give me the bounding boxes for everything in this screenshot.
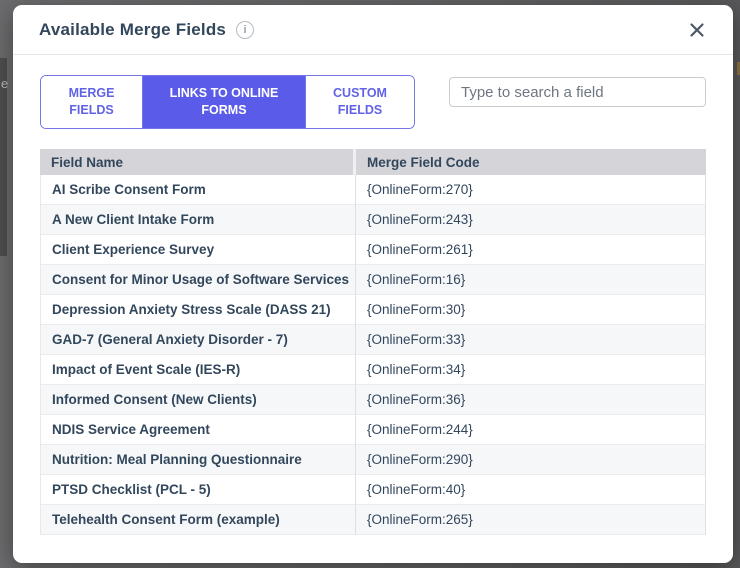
tab-links-to-online-forms[interactable]: LINKS TO ONLINE FORMS [142, 76, 305, 128]
column-header-merge-field-code: Merge Field Code [356, 149, 706, 175]
field-name-cell: Depression Anxiety Stress Scale (DASS 21… [40, 295, 356, 325]
field-name-cell: GAD-7 (General Anxiety Disorder - 7) [40, 325, 356, 355]
table-row[interactable]: Informed Consent (New Clients) {OnlineFo… [40, 385, 706, 415]
table-row[interactable]: PTSD Checklist (PCL - 5) {OnlineForm:40} [40, 475, 706, 505]
background-page-text-fragment: e [1, 76, 8, 91]
table-row[interactable]: Impact of Event Scale (IES-R) {OnlineFor… [40, 355, 706, 385]
merge-code-cell: {OnlineForm:261} [356, 235, 706, 265]
table-row[interactable]: Client Experience Survey {OnlineForm:261… [40, 235, 706, 265]
field-name-cell: PTSD Checklist (PCL - 5) [40, 475, 356, 505]
tab-merge-fields[interactable]: MERGE FIELDS [41, 76, 142, 128]
field-name-cell: Informed Consent (New Clients) [40, 385, 356, 415]
table-body: AI Scribe Consent Form {OnlineForm:270} … [40, 175, 706, 535]
merge-code-cell: {OnlineForm:243} [356, 205, 706, 235]
merge-code-cell: {OnlineForm:33} [356, 325, 706, 355]
field-name-cell: Telehealth Consent Form (example) [40, 505, 356, 535]
merge-code-cell: {OnlineForm:36} [356, 385, 706, 415]
merge-code-cell: {OnlineForm:265} [356, 505, 706, 535]
search-input[interactable] [449, 77, 706, 107]
column-header-field-name: Field Name [40, 149, 356, 175]
info-icon[interactable]: i [236, 21, 254, 39]
table-row[interactable]: NDIS Service Agreement {OnlineForm:244} [40, 415, 706, 445]
field-name-cell: Client Experience Survey [40, 235, 356, 265]
field-name-cell: Impact of Event Scale (IES-R) [40, 355, 356, 385]
merge-code-cell: {OnlineForm:270} [356, 175, 706, 205]
merge-fields-table: Field Name Merge Field Code AI Scribe Co… [40, 149, 706, 535]
available-merge-fields-dialog: Available Merge Fields i MERGE FIELDS LI… [13, 5, 733, 563]
table-row[interactable]: Depression Anxiety Stress Scale (DASS 21… [40, 295, 706, 325]
dialog-title: Available Merge Fields [39, 20, 226, 40]
table-row[interactable]: GAD-7 (General Anxiety Disorder - 7) {On… [40, 325, 706, 355]
table-row[interactable]: A New Client Intake Form {OnlineForm:243… [40, 205, 706, 235]
field-name-cell: A New Client Intake Form [40, 205, 356, 235]
tab-group: MERGE FIELDS LINKS TO ONLINE FORMS CUSTO… [40, 75, 415, 129]
merge-code-cell: {OnlineForm:16} [356, 265, 706, 295]
table-row[interactable]: Consent for Minor Usage of Software Serv… [40, 265, 706, 295]
field-name-cell: Consent for Minor Usage of Software Serv… [40, 265, 356, 295]
merge-code-cell: {OnlineForm:290} [356, 445, 706, 475]
tab-custom-fields[interactable]: CUSTOM FIELDS [305, 76, 414, 128]
field-name-cell: NDIS Service Agreement [40, 415, 356, 445]
merge-code-cell: {OnlineForm:34} [356, 355, 706, 385]
table-header: Field Name Merge Field Code [40, 149, 706, 175]
field-name-cell: Nutrition: Meal Planning Questionnaire [40, 445, 356, 475]
merge-code-cell: {OnlineForm:40} [356, 475, 706, 505]
field-name-cell: AI Scribe Consent Form [40, 175, 356, 205]
controls-row: MERGE FIELDS LINKS TO ONLINE FORMS CUSTO… [40, 75, 706, 129]
dialog-header: Available Merge Fields i [13, 5, 733, 55]
close-button[interactable] [687, 20, 707, 40]
table-row[interactable]: Nutrition: Meal Planning Questionnaire {… [40, 445, 706, 475]
table-row[interactable]: AI Scribe Consent Form {OnlineForm:270} [40, 175, 706, 205]
dialog-body: MERGE FIELDS LINKS TO ONLINE FORMS CUSTO… [13, 55, 733, 535]
merge-code-cell: {OnlineForm:244} [356, 415, 706, 445]
table-row[interactable]: Telehealth Consent Form (example) {Onlin… [40, 505, 706, 535]
close-icon [689, 22, 705, 38]
merge-code-cell: {OnlineForm:30} [356, 295, 706, 325]
